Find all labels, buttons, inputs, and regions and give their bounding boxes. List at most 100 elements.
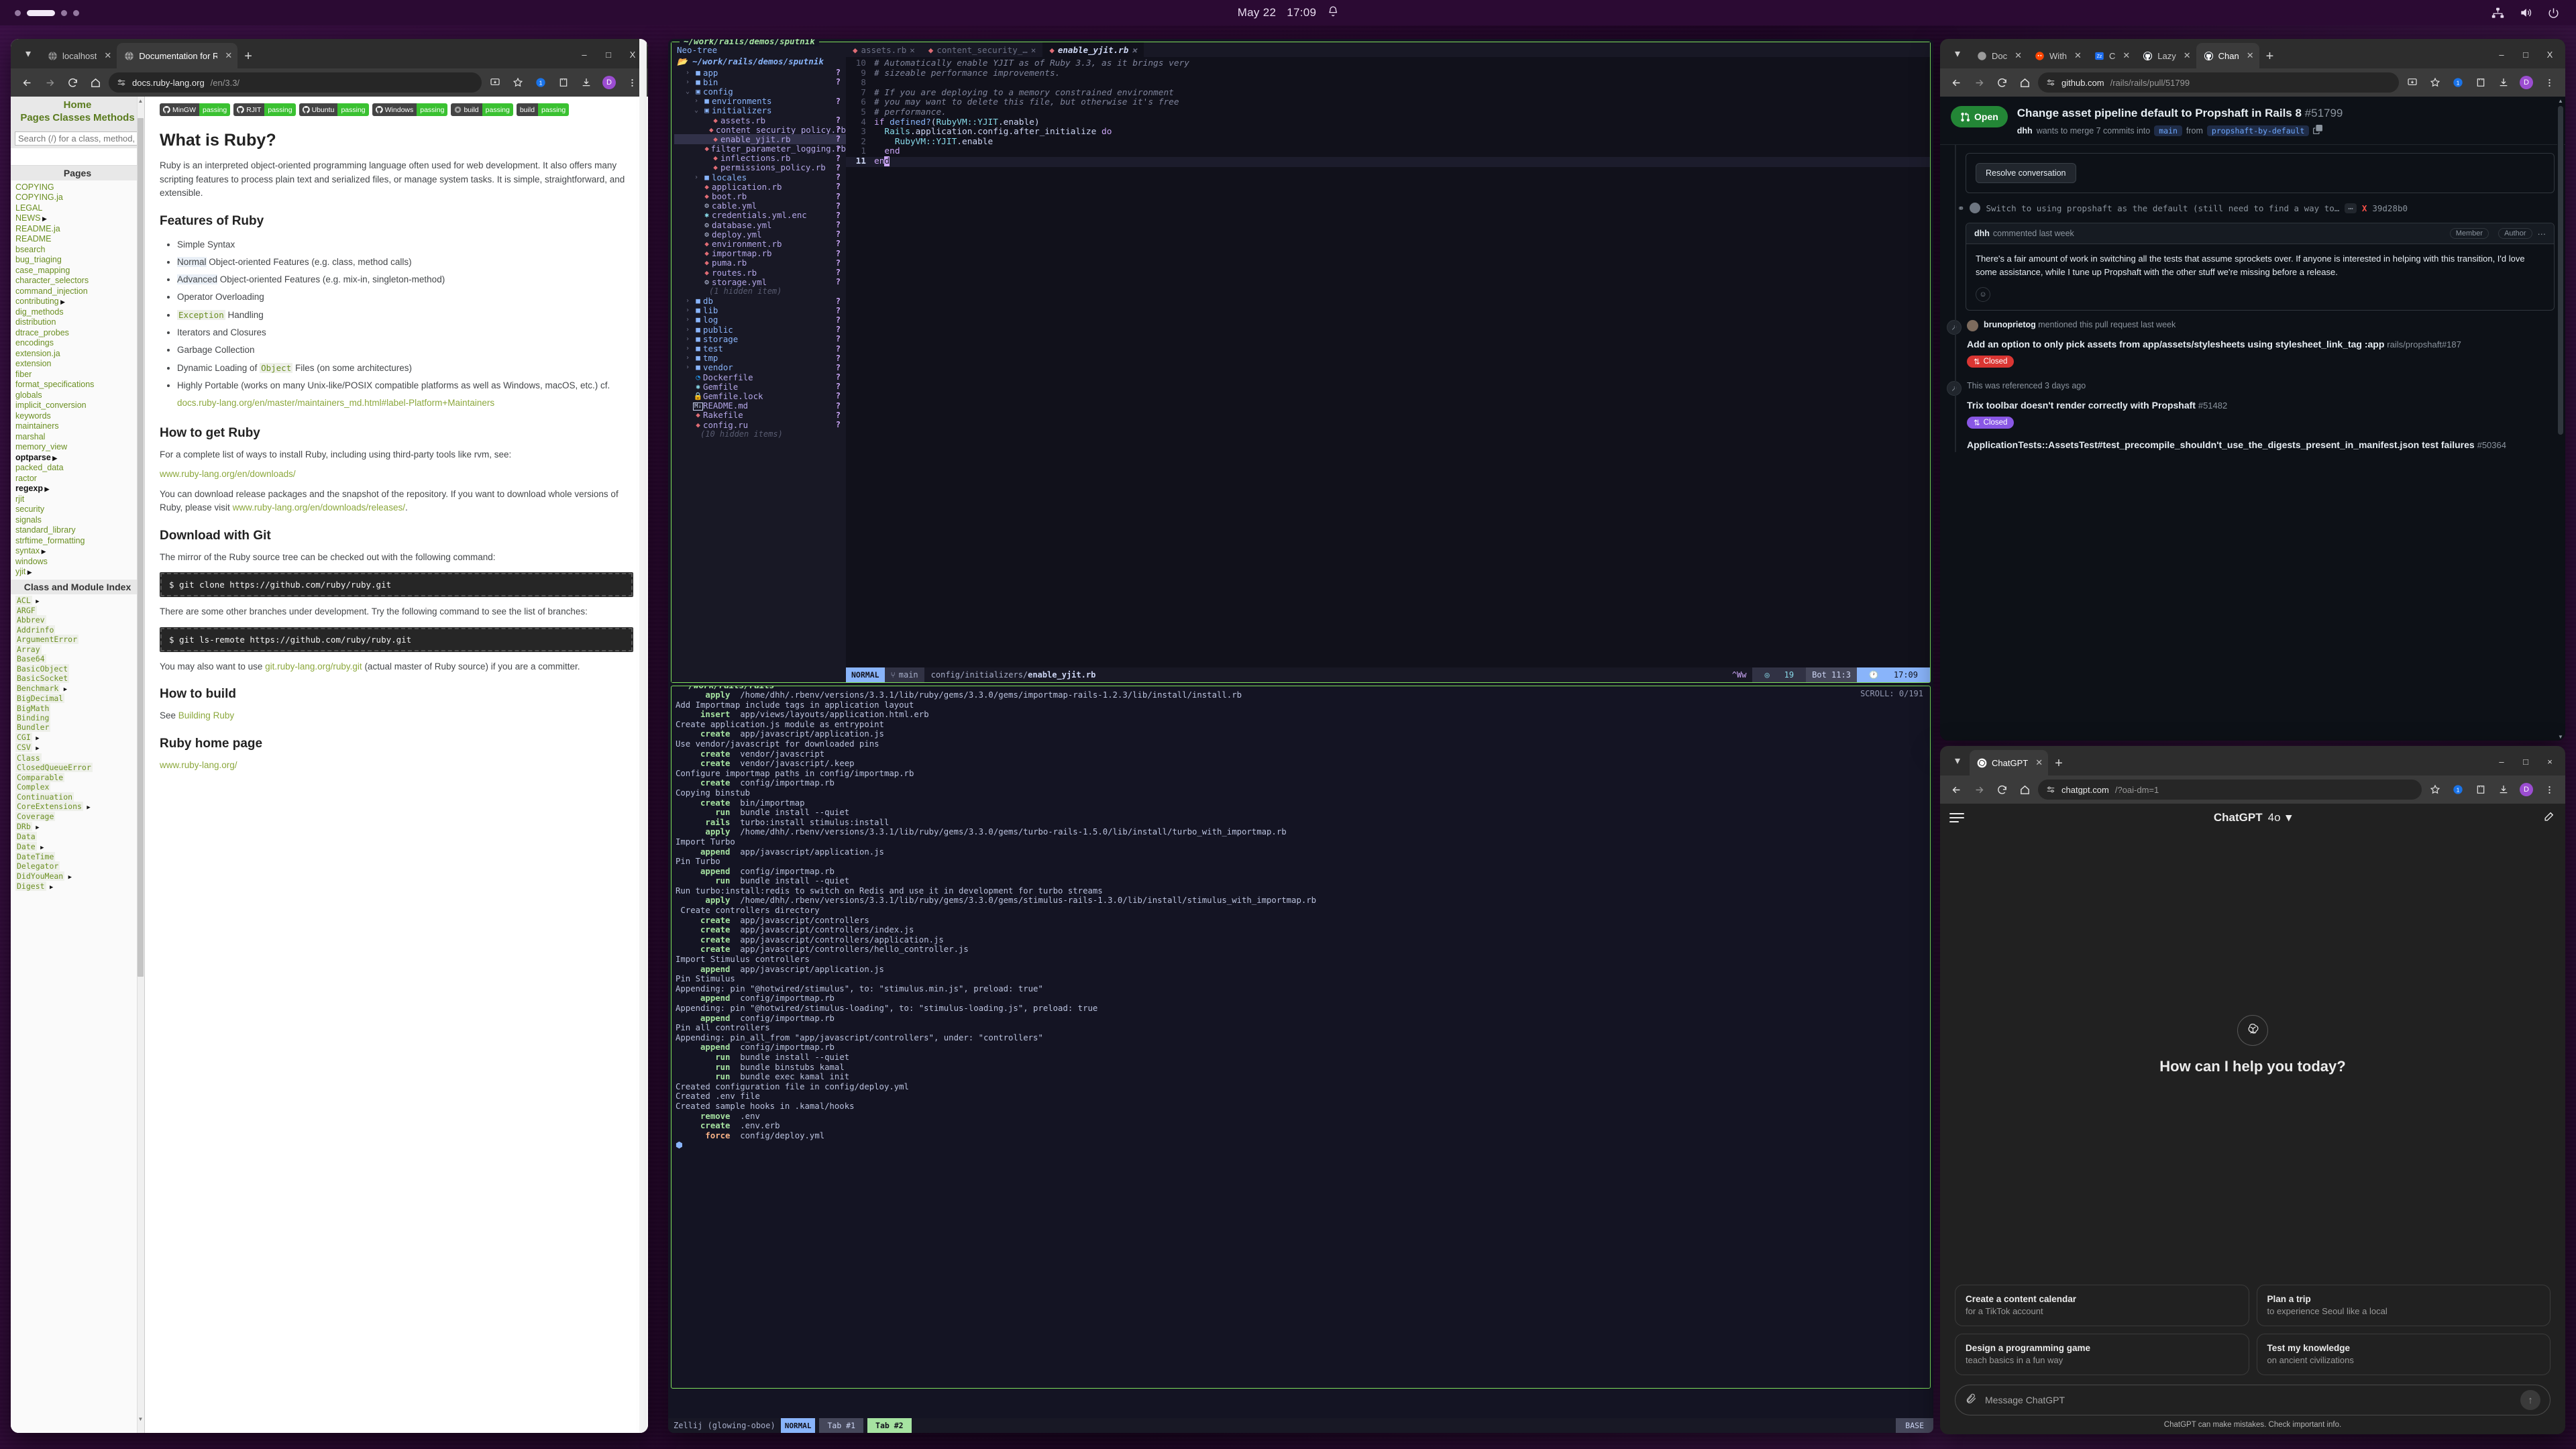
file-tree-row[interactable]: ⌄ ▣ config — [674, 87, 846, 97]
sidebar-page-item[interactable]: bug_triaging — [15, 255, 144, 266]
bookmark-star-icon[interactable] — [2426, 780, 2445, 799]
file-tree-row[interactable]: ⚙ database.yml? — [674, 220, 846, 230]
sidebar-class-item[interactable]: Complex — [15, 782, 144, 792]
expand-arrow-icon[interactable]: ▶ — [43, 486, 50, 492]
commit-expand-icon[interactable]: ⋯ — [2345, 203, 2357, 213]
sidebar-page-item[interactable]: case_mapping — [15, 266, 144, 276]
expand-arrow-icon[interactable]: ▶ — [32, 745, 39, 752]
scroll-up-icon[interactable]: ▲ — [137, 97, 144, 105]
back-icon[interactable] — [1947, 73, 1966, 92]
expand-chevron-icon[interactable]: › — [686, 307, 693, 314]
close-button[interactable]: X — [2538, 44, 2561, 64]
add-reaction-icon[interactable]: ☺ — [1976, 287, 1990, 303]
new-tab-button[interactable]: + — [237, 49, 259, 68]
sidebar-home-link[interactable]: Home — [11, 99, 144, 112]
profile-avatar[interactable]: D — [2517, 780, 2536, 799]
suggestion-card[interactable]: Test my knowledge on ancient civilization… — [2256, 1334, 2551, 1375]
sidebar-page-item[interactable]: dig_methods — [15, 307, 144, 318]
expand-chevron-icon[interactable]: ⌄ — [686, 88, 693, 95]
file-tree-row[interactable]: ◆ content_security_policy.rb? — [674, 125, 846, 135]
minimize-button[interactable]: – — [2490, 44, 2513, 64]
tab-close-icon[interactable]: ✕ — [2247, 50, 2254, 61]
file-tree-row[interactable]: › ■ tmp? — [674, 353, 846, 363]
sidebar-page-item[interactable]: packed_data — [15, 463, 144, 474]
tab-chan[interactable]: Chan ✕ — [2196, 43, 2259, 68]
tab-list-chevron-icon[interactable]: ▾ — [16, 42, 40, 65]
sidebar-page-item[interactable]: extension — [15, 359, 144, 370]
file-tree-row[interactable]: ⚙ deploy.yml? — [674, 229, 846, 239]
ci-badge[interactable]: Ubuntu passing — [299, 103, 369, 116]
search-input[interactable] — [15, 131, 140, 146]
suggestion-card[interactable]: Create a content calendar for a TikTok ac… — [1955, 1285, 2249, 1326]
feature-link[interactable]: docs.ruby-lang.org/en/master/maintainers… — [177, 398, 494, 408]
link-ruby-home[interactable]: www.ruby-lang.org/ — [160, 760, 237, 770]
tab-c[interactable]: Zz C ✕ — [2087, 43, 2135, 68]
tab-close-icon[interactable]: ✕ — [2035, 757, 2043, 768]
sidebar-page-item[interactable]: dtrace_probes — [15, 328, 144, 339]
volume-icon[interactable] — [2519, 6, 2532, 19]
sidebar-class-item[interactable]: Bundler — [15, 722, 144, 733]
sidebar-toggle-icon[interactable] — [1949, 813, 1964, 822]
tab-with[interactable]: With ✕ — [2027, 43, 2087, 68]
pr-base-branch[interactable]: main — [2154, 125, 2182, 136]
ci-badge[interactable]: build passing — [516, 103, 570, 116]
address-bar[interactable]: github.com/rails/rails/pull/51799 — [2038, 72, 2399, 93]
code-editor[interactable]: ◆ assets.rb ✕ ◆ content_security_… ✕ ◆ enable_y… — [846, 42, 1930, 682]
expand-arrow-icon[interactable]: ▶ — [41, 215, 47, 222]
file-tree-row[interactable]: ◆ assets.rb? — [674, 115, 846, 125]
scroll-up-icon[interactable]: ▲ — [2557, 97, 2564, 105]
expand-chevron-icon[interactable]: › — [694, 174, 702, 181]
sidebar-pages-link[interactable]: Pages — [20, 112, 50, 123]
sidebar-class-item[interactable]: Coverage — [15, 812, 144, 822]
expand-arrow-icon[interactable]: ▶ — [60, 686, 67, 693]
install-icon[interactable] — [2403, 73, 2422, 92]
editor-tab-close-icon[interactable]: ✕ — [910, 45, 915, 55]
expand-arrow-icon[interactable]: ▶ — [51, 455, 57, 462]
sidebar-class-item[interactable]: Digest ▶ — [15, 881, 144, 892]
sidebar-page-item[interactable]: bsearch — [15, 245, 144, 256]
zellij-tab-2[interactable]: Tab #2 — [867, 1418, 912, 1433]
file-tree-row[interactable]: › ■ locales? — [674, 172, 846, 182]
maximize-button[interactable]: □ — [2514, 44, 2537, 64]
message-input[interactable]: Message ChatGPT — [1985, 1395, 2512, 1405]
sidebar-page-item[interactable]: format_specifications — [15, 380, 144, 390]
code-lines[interactable]: 10 # Automatically enable YJIT as of Ruby… — [846, 57, 1930, 667]
comment-menu-icon[interactable]: ⋯ — [2538, 229, 2546, 239]
message-input-wrap[interactable]: Message ChatGPT ↑ — [1955, 1385, 2551, 1415]
expand-arrow-icon[interactable]: ▶ — [32, 598, 39, 605]
extensions-icon[interactable] — [2471, 73, 2490, 92]
back-icon[interactable] — [17, 73, 36, 92]
sidebar-page-item[interactable]: signals — [15, 515, 144, 526]
sidebar-methods-link[interactable]: Methods — [93, 112, 135, 123]
neovim-pane[interactable]: ~/work/rails/demos/sputnik Neo-tree 📂 ~/… — [671, 39, 1931, 683]
scroll-down-icon[interactable]: ▼ — [137, 1415, 144, 1424]
bookmark-star-icon[interactable] — [2426, 73, 2445, 92]
network-icon[interactable] — [2491, 7, 2504, 19]
expand-chevron-icon[interactable]: ⌄ — [694, 107, 702, 114]
file-tree[interactable]: Neo-tree 📂 ~/work/rails/demos/sputnik › ■… — [672, 42, 846, 682]
extension-1password-icon[interactable]: 1 — [2449, 780, 2467, 799]
close-button[interactable]: × — [2538, 751, 2561, 771]
sidebar-class-item[interactable]: Continuation — [15, 792, 144, 802]
file-tree-row[interactable]: ⚙ cable.yml? — [674, 201, 846, 211]
minimize-button[interactable]: – — [573, 44, 596, 64]
link-git-ruby-lang[interactable]: git.ruby-lang.org/ruby.git — [265, 661, 362, 672]
sidebar-page-item[interactable]: optparse ▶ — [15, 453, 144, 464]
file-tree-row[interactable]: › ■ environments? — [674, 96, 846, 106]
expand-arrow-icon[interactable]: ▶ — [25, 569, 32, 576]
profile-avatar[interactable]: D — [2517, 73, 2536, 92]
home-icon[interactable] — [2015, 73, 2034, 92]
sidebar-class-item[interactable]: CSV ▶ — [15, 743, 144, 753]
profile-avatar[interactable]: D — [600, 73, 619, 92]
expand-arrow-icon[interactable]: ▶ — [37, 845, 44, 851]
tab-lazy[interactable]: Lazy ✕ — [2135, 43, 2196, 68]
site-settings-icon[interactable] — [2046, 78, 2055, 87]
page-scrollbar[interactable] — [639, 39, 647, 1433]
ci-badge[interactable]: Windows passing — [372, 103, 448, 116]
tab-close-icon[interactable]: ✕ — [225, 50, 232, 61]
downloads-icon[interactable] — [2494, 780, 2513, 799]
file-tree-row[interactable]: › ■ vendor? — [674, 362, 846, 372]
sidebar-class-item[interactable]: BasicObject — [15, 663, 144, 674]
pr-head-branch[interactable]: propshaft-by-default — [2206, 125, 2310, 136]
file-tree-row[interactable]: ◆ Rakefile? — [674, 410, 846, 420]
